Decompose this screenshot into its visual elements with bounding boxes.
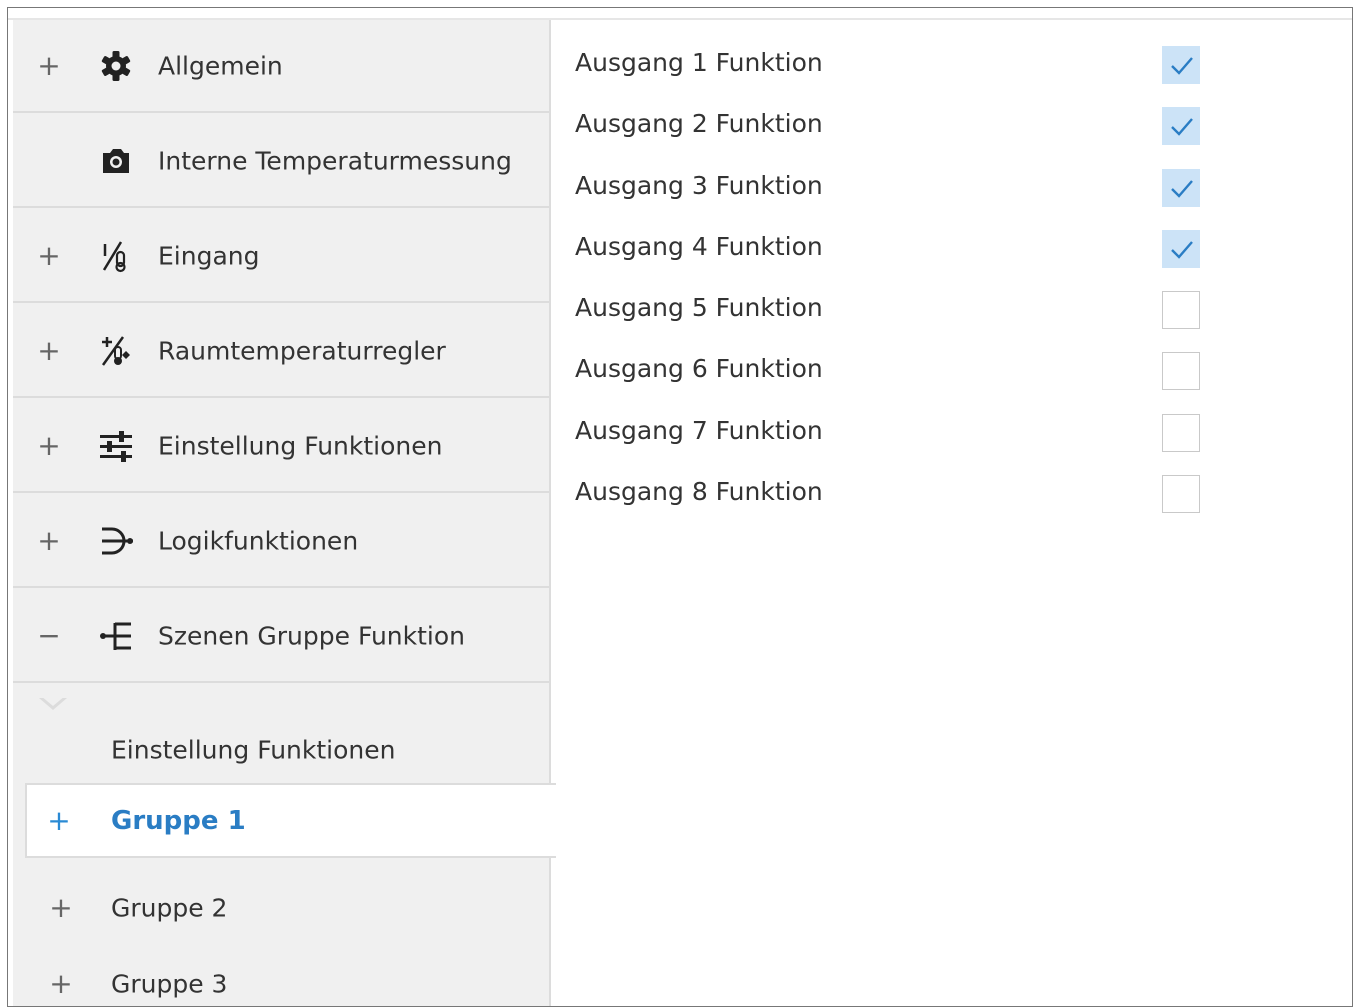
sidebar-item-label: Logikfunktionen (158, 526, 359, 555)
sensor-input-icon (99, 238, 133, 274)
checkmark-icon (1171, 179, 1193, 198)
output-label: Ausgang 6 Funktion (575, 354, 823, 384)
sidebar-item-raumtemperaturregler[interactable]: + Raumtemperaturregler (13, 305, 549, 398)
sidebar-item-interne-temperaturmessung[interactable]: Interne Temperaturmessung (13, 115, 549, 208)
sidebar-item-label: Einstellung Funktionen (158, 431, 443, 460)
sidebar-item-label: Raumtemperaturregler (158, 336, 446, 365)
output-label: Ausgang 4 Funktion (575, 231, 823, 261)
sidebar-item-allgemein[interactable]: + Allgemein (13, 20, 549, 113)
expand-icon[interactable]: + (37, 51, 61, 80)
expand-icon[interactable]: + (49, 894, 73, 922)
sidebar-item-einstellung-funktionen[interactable]: + Einstellung Funktionen (13, 400, 549, 493)
sidebar-subitem-label-active: Gruppe 1 (111, 805, 246, 836)
sliders-icon (99, 428, 133, 464)
sidebar-item-label: Eingang (158, 241, 260, 270)
output-label: Ausgang 3 Funktion (575, 170, 823, 200)
output-label: Ausgang 1 Funktion (575, 48, 823, 77)
output-function-list: Ausgang 1 Funktion Ausgang 2 Funktion Au… (575, 38, 1335, 528)
sidebar-subitem-gruppe-3[interactable]: + Gruppe 3 (13, 946, 549, 1006)
checkmark-icon (1171, 57, 1193, 75)
sidebar-subitem-label: Einstellung Funktionen (111, 735, 396, 765)
expand-icon[interactable]: + (37, 241, 61, 270)
list-item: Ausgang 7 Funktion (575, 406, 1335, 467)
scene-tree-icon (99, 618, 133, 654)
output-5-checkbox[interactable] (1162, 291, 1200, 330)
sidebar-item-label: Szenen Gruppe Funktion (158, 621, 466, 650)
expand-icon[interactable]: + (37, 336, 61, 365)
list-item: Ausgang 5 Funktion (575, 283, 1335, 344)
output-3-checkbox[interactable] (1162, 168, 1200, 207)
output-6-checkbox[interactable] (1162, 352, 1200, 391)
sidebar-subitem-einstellung-funktionen[interactable]: Einstellung Funktionen (13, 710, 549, 790)
list-item: Ausgang 1 Funktion (575, 38, 1335, 99)
window-frame: + Allgemein Interne Temperaturmessung + … (7, 7, 1353, 1007)
expand-icon[interactable]: + (37, 526, 61, 555)
gear-icon (99, 48, 133, 84)
list-item: Ausgang 3 Funktion (575, 161, 1335, 222)
list-item: Ausgang 8 Funktion (575, 467, 1335, 528)
output-1-checkbox[interactable] (1162, 46, 1200, 84)
output-label: Ausgang 7 Funktion (575, 415, 823, 445)
sidebar: + Allgemein Interne Temperaturmessung + … (13, 20, 551, 1006)
sidebar-item-logikfunktionen[interactable]: + Logikfunktionen (13, 495, 549, 588)
list-item: Ausgang 4 Funktion (575, 222, 1335, 283)
expand-icon[interactable]: + (37, 431, 61, 460)
thermometer-camera-icon (99, 143, 133, 179)
sidebar-subitem-label: Gruppe 2 (111, 893, 228, 923)
output-label: Ausgang 8 Funktion (575, 477, 823, 507)
logic-gate-icon (99, 523, 133, 559)
output-2-checkbox[interactable] (1162, 107, 1200, 146)
expanded-indicator-inner (41, 696, 65, 706)
output-7-checkbox[interactable] (1162, 413, 1200, 452)
sidebar-item-eingang[interactable]: + Eingang (13, 210, 549, 303)
expand-icon[interactable]: + (49, 970, 73, 998)
room-thermostat-icon (99, 333, 133, 369)
checkmark-icon (1171, 241, 1193, 259)
list-item: Ausgang 6 Funktion (575, 344, 1335, 405)
sidebar-subitem-gruppe-2[interactable]: + Gruppe 2 (13, 870, 549, 946)
sidebar-item-label: Interne Temperaturmessung (158, 146, 512, 175)
checkmark-icon (1171, 118, 1193, 137)
collapse-icon[interactable]: − (37, 621, 61, 650)
output-label: Ausgang 5 Funktion (575, 293, 823, 323)
expand-icon[interactable]: + (47, 806, 71, 835)
sidebar-subitem-gruppe-1[interactable]: + Gruppe 1 (25, 783, 556, 858)
output-8-checkbox[interactable] (1162, 475, 1200, 514)
sidebar-subitem-label: Gruppe 3 (111, 969, 228, 999)
list-item: Ausgang 2 Funktion (575, 99, 1335, 160)
output-label: Ausgang 2 Funktion (575, 109, 823, 139)
sidebar-item-label: Allgemein (158, 51, 283, 80)
sidebar-item-szenen-gruppe-funktion[interactable]: − Szenen Gruppe Funktion (13, 590, 549, 683)
output-4-checkbox[interactable] (1162, 229, 1200, 268)
